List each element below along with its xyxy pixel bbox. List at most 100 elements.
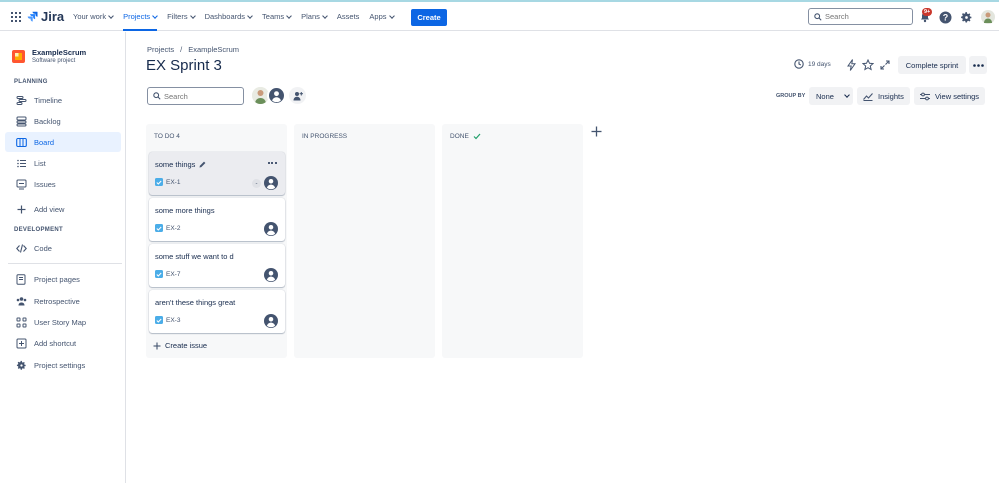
sidebar-item-label: Issues xyxy=(34,179,56,189)
sidebar-item-project-pages[interactable]: Project pages xyxy=(5,269,121,289)
plus-icon xyxy=(15,203,27,215)
more-dots-icon xyxy=(972,63,984,67)
chevron-down-icon xyxy=(286,12,292,19)
nav-label: Plans xyxy=(301,12,320,21)
nav-plans[interactable]: Plans xyxy=(301,2,328,31)
breadcrumb-project[interactable]: ExampleScrum xyxy=(188,45,239,54)
unassigned-filter-avatar[interactable] xyxy=(267,86,286,105)
column-title: DONE xyxy=(450,133,481,140)
project-name: ExampleScrum xyxy=(32,48,87,57)
card-key-text[interactable]: EX-1 xyxy=(166,179,180,186)
settings-gear-icon[interactable] xyxy=(959,10,973,24)
sidebar-item-add-shortcut[interactable]: Add shortcut xyxy=(5,333,121,353)
create-issue-button[interactable]: Create issue xyxy=(153,341,207,350)
column-title-text: DONE xyxy=(450,133,469,140)
card-title: some more things xyxy=(155,206,215,215)
insights-button[interactable]: Insights xyxy=(857,87,910,105)
nav-label: Apps xyxy=(369,12,387,21)
card-key-text[interactable]: EX-7 xyxy=(166,271,180,278)
card-key-text[interactable]: EX-3 xyxy=(166,317,180,324)
star-icon[interactable] xyxy=(861,58,875,72)
sidebar-item-board[interactable]: Board xyxy=(5,132,121,152)
unassigned-avatar-icon[interactable] xyxy=(264,268,278,282)
nav-label: Projects xyxy=(123,12,151,21)
help-icon[interactable]: ? xyxy=(938,10,952,24)
project-header[interactable]: ExampleScrum Software project xyxy=(12,48,86,64)
nav-dashboards[interactable]: Dashboards xyxy=(205,2,253,31)
story-checkbox-icon xyxy=(155,178,163,186)
search-icon xyxy=(153,92,161,100)
app-switcher-icon[interactable] xyxy=(11,12,21,22)
sidebar-item-label: Project settings xyxy=(34,360,86,370)
sidebar-item-user-story-map[interactable]: User Story Map xyxy=(5,312,121,332)
nav-your-work[interactable]: Your work xyxy=(73,2,114,31)
fullscreen-expand-icon[interactable] xyxy=(878,58,892,72)
nav-teams[interactable]: Teams xyxy=(262,2,292,31)
sidebar-item-issues[interactable]: Issues xyxy=(5,174,121,194)
story-checkbox-icon xyxy=(155,316,163,324)
column-title-text: IN PROGRESS xyxy=(302,133,348,140)
sidebar-item-label: Board xyxy=(34,137,55,147)
nav-label: Filters xyxy=(167,12,188,21)
sliders-icon xyxy=(920,92,930,100)
nav-assets[interactable]: Assets xyxy=(337,2,360,31)
automation-lightning-icon[interactable] xyxy=(844,58,858,72)
project-sidebar: ExampleScrum Software project PLANNING T… xyxy=(0,32,126,483)
add-people-button[interactable] xyxy=(289,87,306,104)
board-search-input[interactable] xyxy=(164,91,239,101)
development-section-label: DEVELOPMENT xyxy=(14,227,63,233)
complete-sprint-button[interactable]: Complete sprint xyxy=(898,56,966,74)
notifications-badge: 9+ xyxy=(922,8,933,16)
issue-card[interactable]: some stuff we want to d EX-7 xyxy=(149,244,285,287)
done-check-icon xyxy=(473,133,481,140)
more-actions-button[interactable] xyxy=(969,56,987,74)
sidebar-item-retrospective[interactable]: Retrospective xyxy=(5,291,121,311)
story-checkbox-icon xyxy=(155,270,163,278)
nav-apps[interactable]: Apps xyxy=(369,2,395,31)
edit-pencil-icon[interactable] xyxy=(199,161,206,168)
sidebar-item-list[interactable]: List xyxy=(5,153,121,173)
list-icon xyxy=(15,157,27,169)
sidebar-item-backlog[interactable]: Backlog xyxy=(5,111,121,131)
issue-card[interactable]: some more things EX-2 xyxy=(149,198,285,241)
plus-icon xyxy=(591,126,601,136)
nav-filters[interactable]: Filters xyxy=(167,2,196,31)
card-title: aren't these things great xyxy=(155,298,235,307)
chevron-down-icon xyxy=(247,12,253,19)
jira-logo[interactable]: Jira xyxy=(27,9,64,24)
view-settings-button[interactable]: View settings xyxy=(914,87,986,105)
nav-label: Your work xyxy=(73,12,107,21)
group-by-select[interactable]: None xyxy=(809,87,853,105)
sidebar-item-project-settings[interactable]: Project settings xyxy=(5,355,121,375)
primary-nav: Your work Projects Filters Dashboards Te… xyxy=(73,2,404,31)
code-icon xyxy=(15,242,27,254)
add-column-button[interactable] xyxy=(589,124,603,138)
sprint-days-remaining[interactable]: 19 days xyxy=(794,59,831,69)
profile-avatar[interactable] xyxy=(981,10,995,24)
create-issue-label: Create issue xyxy=(165,341,208,350)
unassigned-avatar-icon[interactable] xyxy=(264,176,278,190)
card-key-text[interactable]: EX-2 xyxy=(166,225,180,232)
global-search-box[interactable] xyxy=(808,8,913,25)
chevron-down-icon xyxy=(152,12,159,19)
sidebar-item-code[interactable]: Code xyxy=(5,238,121,258)
issue-card[interactable]: aren't these things great EX-3 xyxy=(149,290,285,333)
card-more-actions[interactable] xyxy=(265,158,279,168)
create-button[interactable]: Create xyxy=(411,9,447,26)
nav-projects[interactable]: Projects xyxy=(123,2,159,31)
global-search-input[interactable] xyxy=(825,12,905,21)
add-view-button[interactable]: Add view xyxy=(5,199,121,219)
issue-card[interactable]: some things EX-1 - xyxy=(149,152,285,195)
breadcrumb-projects[interactable]: Projects xyxy=(147,45,174,54)
group-by-label: GROUP BY xyxy=(776,93,806,99)
issues-icon xyxy=(15,178,27,190)
card-title: some things xyxy=(155,160,206,169)
sidebar-item-timeline[interactable]: Timeline xyxy=(5,90,121,110)
chevron-down-icon xyxy=(844,92,850,98)
board-search-box[interactable] xyxy=(147,87,244,105)
story-points-estimate[interactable]: - xyxy=(252,179,261,188)
unassigned-avatar-icon[interactable] xyxy=(264,314,278,328)
story-checkbox-icon xyxy=(155,224,163,232)
chevron-down-icon xyxy=(322,12,328,19)
unassigned-avatar-icon[interactable] xyxy=(264,222,278,236)
